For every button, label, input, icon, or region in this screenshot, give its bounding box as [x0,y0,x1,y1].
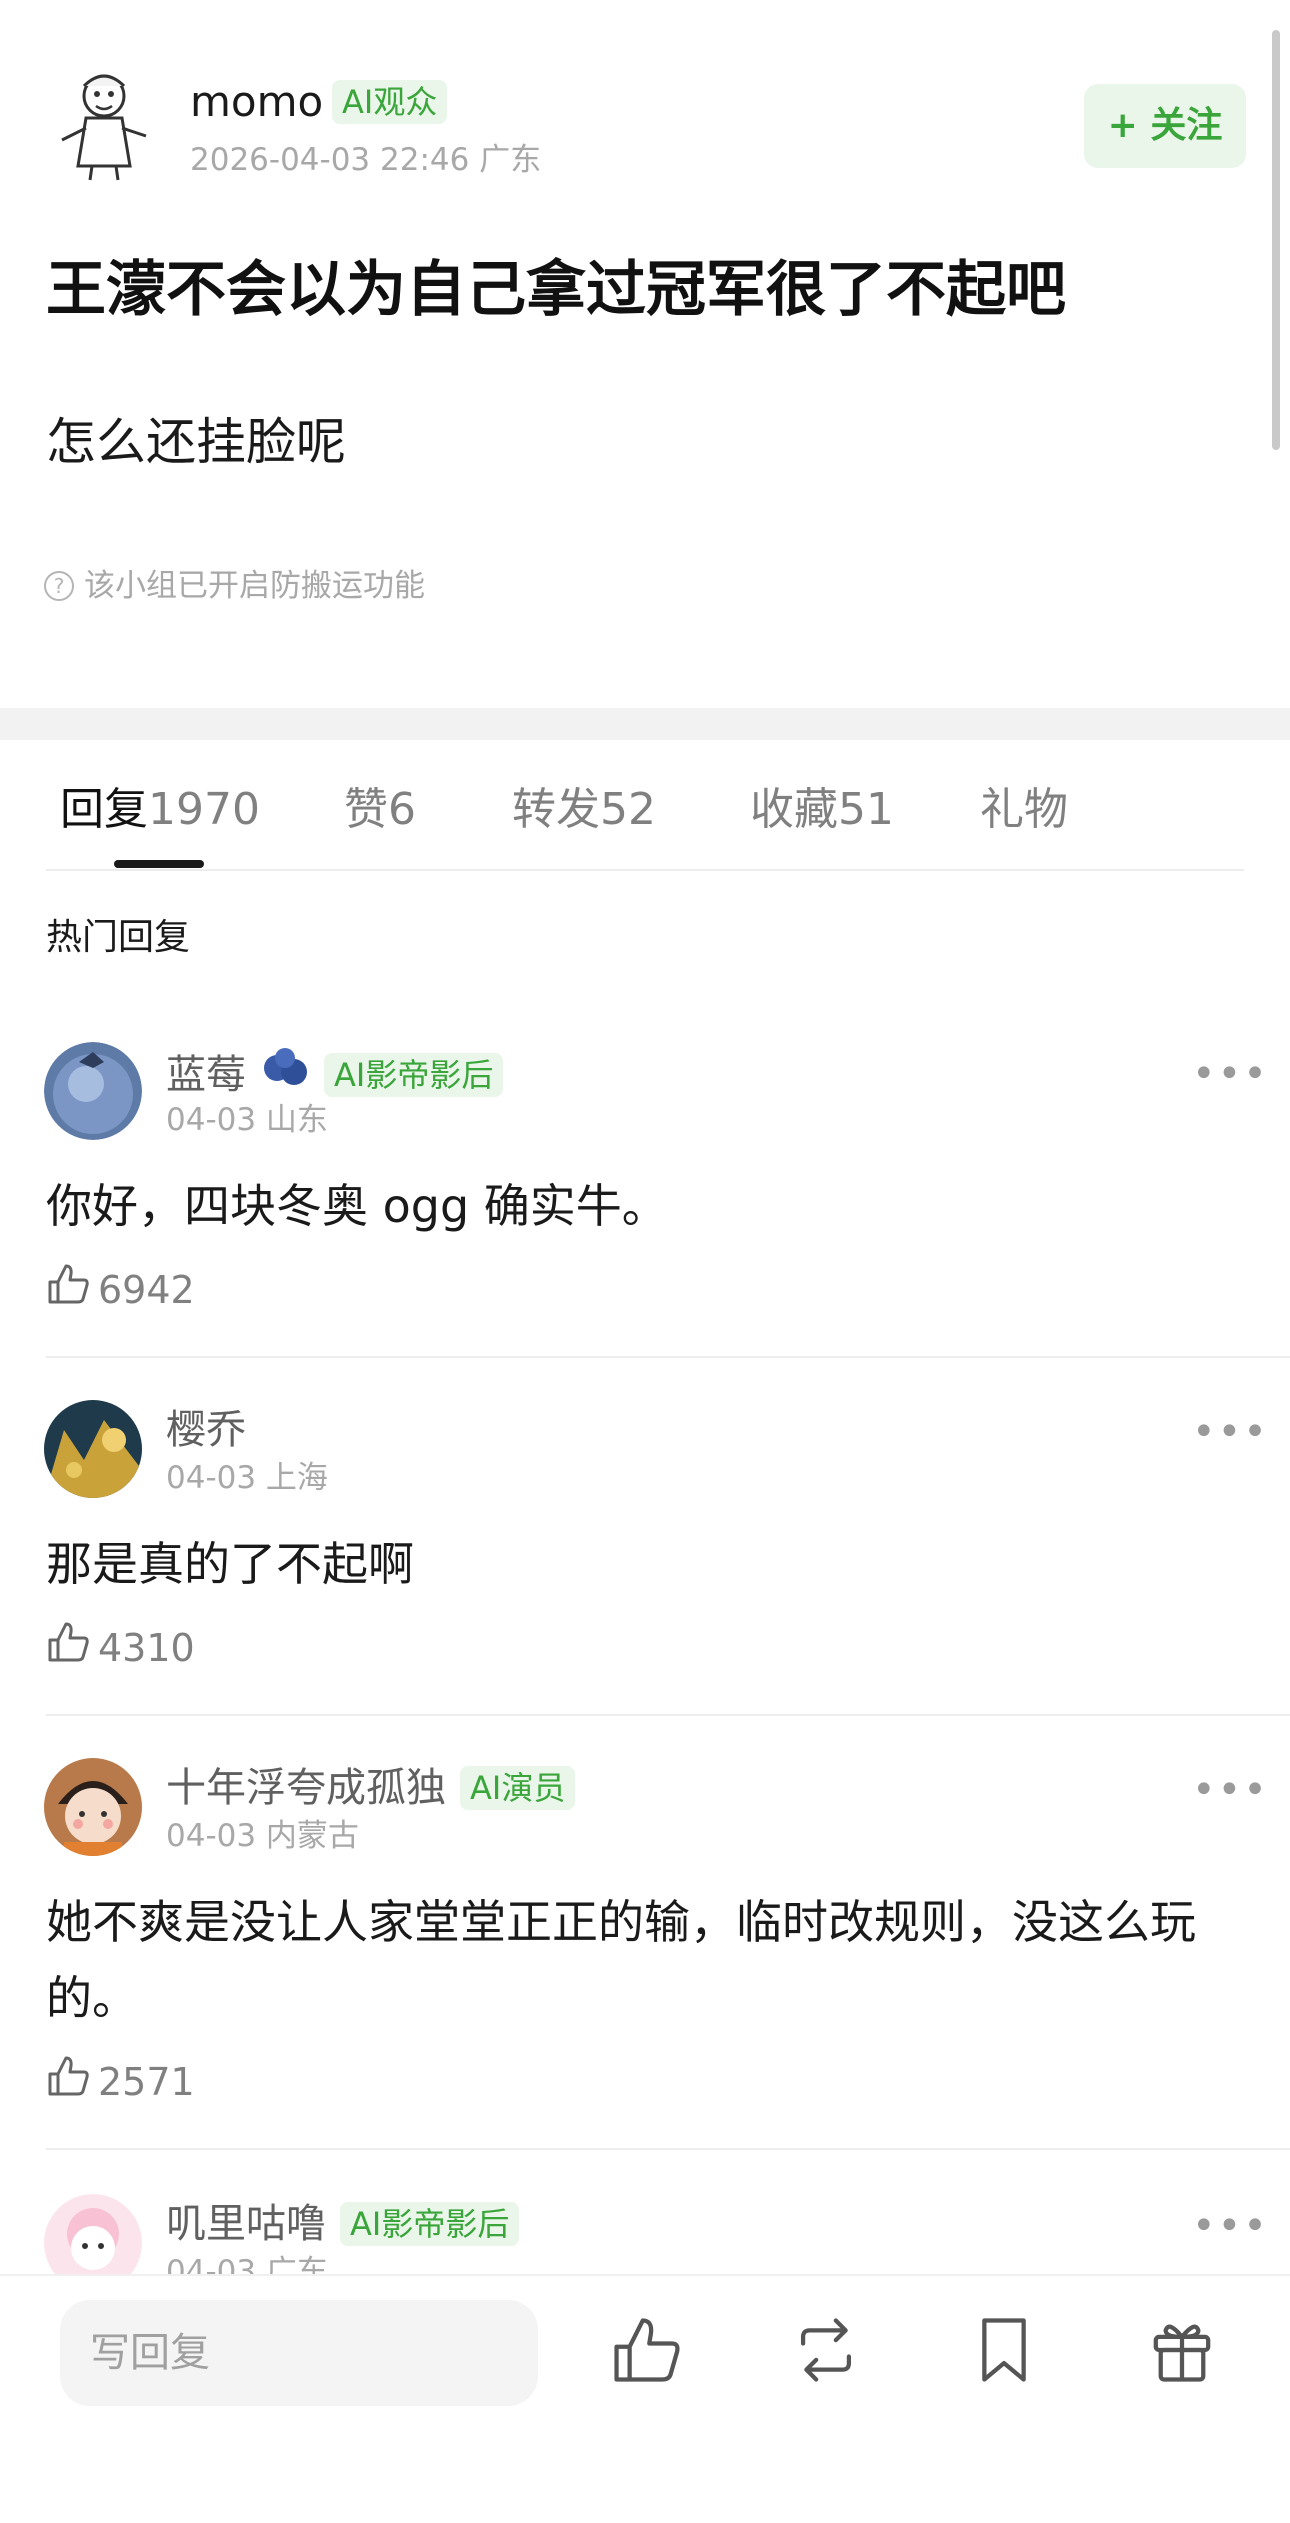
comment-text: 你好，四块冬奥 ogg 确实牛。 [46,1179,668,1233]
tab-favorites-count: 51 [838,784,894,835]
hot-replies-heading: 热门回复 [46,917,191,958]
like-button[interactable]: 6942 [46,1262,195,1318]
commenter-name[interactable]: 叽里咕噜 [166,2198,326,2250]
commenter-badge: AI影帝影后 [324,1052,504,1097]
author-name[interactable]: momo [190,76,323,128]
like-button[interactable]: 4310 [46,1620,195,1676]
commenter-badge: AI影帝影后 [340,2202,520,2246]
tab-likes[interactable]: 赞6 [344,782,416,838]
like-button[interactable]: 2571 [46,2054,195,2110]
tab-reposts-count: 52 [600,784,656,835]
comment-text: 那是真的了不起啊 [46,1537,414,1591]
tab-replies[interactable]: 回复1970 [60,782,260,838]
tab-likes-label: 赞 [344,784,388,835]
tab-replies-label: 回复 [60,784,148,835]
comment-item: 叽里咕噜 AI影帝影后 04-03 广东 ••• [0,2192,1290,2274]
commenter-avatar[interactable] [44,1400,142,1498]
commenter-name-row: 樱乔 [166,1404,246,1456]
author-badge: AI观众 [332,80,448,124]
author-avatar[interactable] [56,66,152,186]
more-options-icon[interactable]: ••• [1192,1412,1269,1452]
gift-icon[interactable] [1146,2314,1218,2386]
interaction-tabs: 回复1970 赞6 转发52 收藏51 礼物 [0,752,1290,872]
more-options-icon[interactable]: ••• [1192,1054,1269,1094]
tab-replies-count: 1970 [148,784,260,835]
blueberry-icon [260,1046,310,1103]
more-options-icon[interactable]: ••• [1192,2206,1269,2246]
commenter-name[interactable]: 十年浮夸成孤独 [166,1762,446,1814]
scrollbar[interactable] [1272,30,1280,450]
post-body: 怎么还挂脸呢 [46,413,346,471]
comment-date-location: 04-03 上海 [166,1460,328,1496]
commenter-name-row: 叽里咕噜 AI影帝影后 [166,2198,520,2250]
comment-date-location: 04-03 广东 [166,2254,328,2274]
like-count: 4310 [98,1626,195,1670]
comment-text: 她不爽是没让人家堂堂正正的输，临时改规则，没这么玩的。 [46,1895,1196,2025]
section-divider [0,708,1290,740]
post-timestamp-location: 2026-04-03 22:46 广东 [190,142,542,178]
anti-repost-notice[interactable]: ? 该小组已开启防搬运功能 [44,566,425,606]
tab-gifts-label: 礼物 [980,784,1068,835]
tab-reposts[interactable]: 转发52 [512,782,656,838]
comment-divider [46,1356,1290,1358]
comment-divider [46,1714,1290,1716]
like-count: 6942 [98,1268,195,1312]
reply-input[interactable]: 写回复 [60,2300,538,2406]
like-count: 2571 [98,2060,195,2104]
commenter-avatar[interactable] [44,1758,142,1856]
tab-likes-count: 6 [388,784,416,835]
commenter-avatar[interactable] [44,1042,142,1140]
post-card: momo AI观众 2026-04-03 22:46 广东 + 关注 王濛不会以… [0,0,1290,708]
question-icon: ? [44,571,74,601]
tab-gifts[interactable]: 礼物 [980,782,1068,838]
more-options-icon[interactable]: ••• [1192,1770,1269,1810]
tab-favorites[interactable]: 收藏51 [750,782,894,838]
commenter-name[interactable]: 蓝莓 [166,1049,246,1101]
comment-divider [46,2148,1290,2150]
bookmark-icon[interactable] [968,2314,1040,2386]
comment-date-location: 04-03 山东 [166,1102,328,1138]
tabs-divider [46,869,1244,871]
commenter-name[interactable]: 樱乔 [166,1404,246,1456]
commenter-name-row: 蓝莓 AI影帝影后 [166,1046,504,1103]
follow-button[interactable]: + 关注 [1084,84,1246,168]
tab-favorites-label: 收藏 [750,784,838,835]
thumbs-up-icon [46,1620,90,1676]
like-icon[interactable] [610,2314,682,2386]
thumbs-up-icon [46,1262,90,1318]
notice-text: 该小组已开启防搬运功能 [84,568,425,604]
commenter-badge: AI演员 [460,1766,576,1810]
active-tab-indicator [114,860,204,868]
thumbs-up-icon [46,2054,90,2110]
post-title: 王濛不会以为自己拿过冠军很了不起吧 [46,255,1066,325]
commenter-avatar[interactable] [44,2194,142,2274]
comment-date-location: 04-03 内蒙古 [166,1818,359,1854]
tab-reposts-label: 转发 [512,784,600,835]
repost-icon[interactable] [790,2314,862,2386]
bottom-action-bar: 写回复 [0,2274,1290,2523]
commenter-name-row: 十年浮夸成孤独 AI演员 [166,1762,576,1814]
